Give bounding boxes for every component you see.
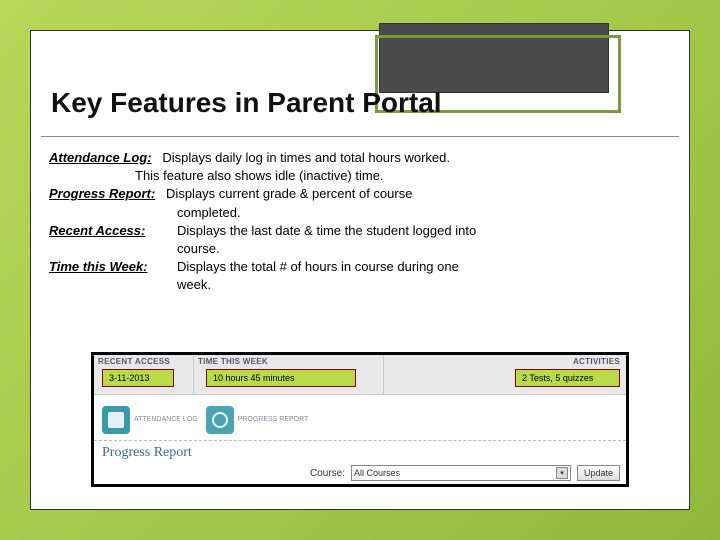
slide-title: Key Features in Parent Portal — [51, 87, 442, 119]
feature-progress-report: Progress Report: Displays current grade … — [49, 185, 671, 203]
feature-desc-cont: This feature also shows idle (inactive) … — [49, 167, 671, 185]
update-button-label: Update — [584, 468, 613, 478]
feature-list: Attendance Log: Displays daily log in ti… — [49, 149, 671, 295]
feature-desc: Displays daily log in times and total ho… — [162, 150, 450, 165]
icon-label: PROGRESS REPORT — [238, 416, 309, 424]
course-select[interactable]: All Courses ▾ — [351, 465, 571, 481]
feature-time-this-week: Time this Week: Displays the total # of … — [49, 258, 671, 276]
feature-label: Progress Report: — [49, 186, 155, 201]
col-recent-access: RECENT ACCESS 3-11-2013 — [94, 355, 194, 394]
feature-desc: Displays current grade & percent of cour… — [166, 186, 412, 201]
feature-desc-cont: week. — [49, 276, 671, 294]
highlight-value: 10 hours 45 minutes — [213, 373, 295, 383]
slide-card: Key Features in Parent Portal Attendance… — [30, 30, 690, 510]
col-header: RECENT ACCESS — [98, 357, 193, 366]
course-selector-row: Course: All Courses ▾ Update — [94, 461, 626, 481]
chart-icon — [212, 412, 228, 428]
highlight-time-this-week: 10 hours 45 minutes — [206, 369, 356, 387]
feature-desc-cont: course. — [49, 240, 671, 258]
feature-label: Recent Access: — [49, 223, 145, 238]
stats-row: RECENT ACCESS 3-11-2013 TIME THIS WEEK 1… — [94, 355, 626, 395]
col-time-this-week: TIME THIS WEEK 10 hours 45 minutes — [194, 355, 384, 394]
update-button[interactable]: Update — [577, 465, 620, 481]
title-divider — [41, 136, 679, 137]
progress-report-button[interactable]: PROGRESS REPORT — [206, 403, 309, 436]
feature-attendance-log: Attendance Log: Displays daily log in ti… — [49, 149, 671, 167]
icon-row: ATTENDANCE LOG PROGRESS REPORT — [94, 395, 626, 441]
progress-report-icon — [206, 406, 234, 434]
highlight-activities: 2 Tests, 5 quizzes — [515, 369, 620, 387]
attendance-log-button[interactable]: ATTENDANCE LOG — [102, 403, 198, 436]
icon-label: ATTENDANCE LOG — [134, 416, 198, 424]
feature-desc: Displays the total # of hours in course … — [177, 258, 459, 276]
col-header: ACTIVITIES — [388, 357, 626, 366]
col-header: TIME THIS WEEK — [198, 357, 383, 366]
list-icon — [108, 412, 124, 428]
feature-desc-cont: completed. — [49, 204, 671, 222]
title-accent-box — [379, 23, 609, 93]
col-activities: ACTIVITIES 2 Tests, 5 quizzes — [384, 355, 626, 394]
course-label: Course: — [310, 468, 345, 479]
chevron-down-icon: ▾ — [556, 467, 568, 479]
highlight-value: 3-11-2013 — [109, 373, 149, 383]
attendance-log-icon — [102, 406, 130, 434]
feature-label: Attendance Log: — [49, 150, 152, 165]
portal-screenshot: RECENT ACCESS 3-11-2013 TIME THIS WEEK 1… — [91, 352, 629, 487]
feature-recent-access: Recent Access: Displays the last date & … — [49, 222, 671, 240]
progress-report-title: Progress Report — [94, 441, 626, 461]
course-select-value: All Courses — [354, 468, 400, 478]
highlight-recent-access: 3-11-2013 — [102, 369, 174, 387]
feature-label: Time this Week: — [49, 259, 148, 274]
highlight-value: 2 Tests, 5 quizzes — [522, 373, 593, 383]
feature-desc: Displays the last date & time the studen… — [177, 222, 476, 240]
portal-screenshot-inner: RECENT ACCESS 3-11-2013 TIME THIS WEEK 1… — [94, 355, 626, 484]
